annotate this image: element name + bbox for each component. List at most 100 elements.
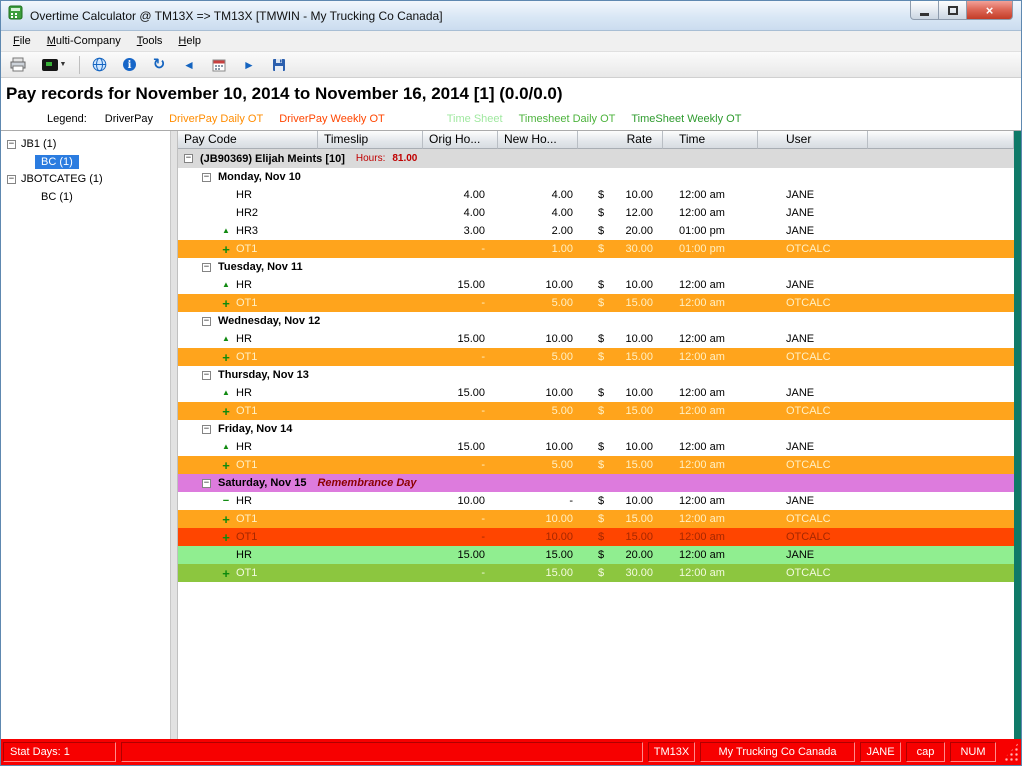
time-cell: 12:00 am <box>663 549 758 561</box>
minimize-button[interactable] <box>910 1 939 20</box>
orig-hours-cell: - <box>423 297 498 309</box>
collapse-toggle-icon[interactable]: − <box>202 317 211 326</box>
pay-record-row[interactable]: −HR10.00-$10.0012:00 amJANE <box>178 492 1014 510</box>
user-cell: OTCALC <box>758 405 868 417</box>
plus-icon: + <box>220 531 232 544</box>
user-cell: JANE <box>758 189 868 201</box>
pay-record-row[interactable]: ▲HR15.0010.00$10.0012:00 amJANE <box>178 276 1014 294</box>
orig-hours-cell: 15.00 <box>423 333 498 345</box>
pay-record-row[interactable]: HR24.004.00$12.0012:00 amJANE <box>178 204 1014 222</box>
day-group-row[interactable]: −Friday, Nov 14 <box>178 420 1014 438</box>
globe-icon <box>92 57 107 72</box>
column-header[interactable]: User <box>758 131 868 149</box>
globe-button[interactable] <box>88 55 110 75</box>
collapse-toggle-icon[interactable]: − <box>7 140 16 149</box>
pay-code-cell: HR <box>178 189 318 201</box>
pay-record-row[interactable]: +OT1-10.00$15.0012:00 amOTCALC <box>178 510 1014 528</box>
refresh-button[interactable]: ↻ <box>148 55 170 75</box>
pay-record-row[interactable]: +OT1-15.00$30.0012:00 amOTCALC <box>178 564 1014 582</box>
pay-record-row[interactable]: ▲HR15.0010.00$10.0012:00 amJANE <box>178 330 1014 348</box>
chevron-down-icon: ▼ <box>60 61 67 68</box>
pay-record-row[interactable]: +OT1-5.00$15.0012:00 amOTCALC <box>178 348 1014 366</box>
maximize-button[interactable] <box>939 1 967 20</box>
close-button[interactable]: × <box>967 1 1013 20</box>
orig-hours-cell: - <box>423 459 498 471</box>
status-num-indicator: NUM <box>950 742 996 762</box>
rate-cell: $30.00 <box>578 243 663 255</box>
rate-cell: $10.00 <box>578 441 663 453</box>
tree-node[interactable]: −JB1 (1) <box>1 135 170 153</box>
collapse-toggle-icon[interactable]: − <box>202 263 211 272</box>
column-header[interactable]: Pay Code <box>178 131 318 149</box>
rate-cell: $15.00 <box>578 531 663 543</box>
rate-value: 20.00 <box>625 225 653 237</box>
tree-node-child[interactable]: BC (1) <box>1 188 170 205</box>
user-cell: OTCALC <box>758 531 868 543</box>
rate-cell: $10.00 <box>578 495 663 507</box>
day-group-row[interactable]: −Saturday, Nov 15Remembrance Day <box>178 474 1014 492</box>
pay-record-row[interactable]: +OT1-1.00$30.0001:00 pmOTCALC <box>178 240 1014 258</box>
pay-record-row[interactable]: ▲HR15.0010.00$10.0012:00 amJANE <box>178 384 1014 402</box>
time-cell: 12:00 am <box>663 513 758 525</box>
window-title: Overtime Calculator @ TM13X => TM13X [TM… <box>30 9 443 23</box>
legend-label: Legend: <box>47 113 87 125</box>
forward-button[interactable]: ► <box>238 55 260 75</box>
back-button[interactable]: ◄ <box>178 55 200 75</box>
column-header[interactable]: Timeslip <box>318 131 423 149</box>
plus-icon: + <box>220 297 232 310</box>
rate-value: 10.00 <box>625 279 653 291</box>
pay-record-row[interactable]: +OT1-5.00$15.0012:00 amOTCALC <box>178 456 1014 474</box>
pay-record-row[interactable]: HR4.004.00$10.0012:00 amJANE <box>178 186 1014 204</box>
right-edge-strip <box>1014 131 1021 739</box>
print-button[interactable] <box>7 55 29 75</box>
pay-record-row[interactable]: +OT1-5.00$15.0012:00 amOTCALC <box>178 294 1014 312</box>
pay-code-value: OT1 <box>236 243 257 255</box>
pay-record-row[interactable]: ▲HR15.0010.00$10.0012:00 amJANE <box>178 438 1014 456</box>
pay-record-row[interactable]: ▲HR33.002.00$20.0001:00 pmJANE <box>178 222 1014 240</box>
day-group-row[interactable]: −Monday, Nov 10 <box>178 168 1014 186</box>
collapse-toggle-icon[interactable]: − <box>202 479 211 488</box>
resize-grip-icon[interactable] <box>1001 742 1019 762</box>
collapse-toggle-icon[interactable]: − <box>202 425 211 434</box>
new-hours-cell: 5.00 <box>498 405 578 417</box>
new-hours-cell: 10.00 <box>498 441 578 453</box>
time-cell: 12:00 am <box>663 459 758 471</box>
pay-record-row[interactable]: +OT1-5.00$15.0012:00 amOTCALC <box>178 402 1014 420</box>
column-header[interactable]: Orig Ho... <box>423 131 498 149</box>
employee-group-row[interactable]: − (JB90369) Elijah Meints [10] Hours: 81… <box>178 149 1014 168</box>
info-button[interactable]: i <box>118 55 140 75</box>
menu-help[interactable]: Help <box>170 33 209 49</box>
column-header[interactable]: Time <box>663 131 758 149</box>
pay-record-row[interactable]: +OT1-10.00$15.0012:00 amOTCALC <box>178 528 1014 546</box>
panel-splitter[interactable] <box>171 131 178 739</box>
screen-dropdown-button[interactable]: ▼ <box>37 55 71 75</box>
day-group-row[interactable]: −Thursday, Nov 13 <box>178 366 1014 384</box>
tree-node-child[interactable]: BC (1) <box>1 153 170 170</box>
collapse-toggle-icon[interactable]: − <box>184 154 193 163</box>
day-group-row[interactable]: −Tuesday, Nov 11 <box>178 258 1014 276</box>
collapse-toggle-icon[interactable]: − <box>7 175 16 184</box>
tree-node-label: JB1 (1) <box>21 138 56 150</box>
tree-node[interactable]: −JBOTCATEG (1) <box>1 170 170 188</box>
collapse-toggle-icon[interactable]: − <box>202 173 211 182</box>
column-header[interactable]: Rate <box>578 131 663 149</box>
rate-value: 15.00 <box>625 459 653 471</box>
rate-cell: $10.00 <box>578 387 663 399</box>
up-icon: ▲ <box>220 335 232 343</box>
save-button[interactable] <box>268 55 290 75</box>
currency-symbol: $ <box>598 243 604 255</box>
currency-symbol: $ <box>598 387 604 399</box>
new-hours-cell: 5.00 <box>498 351 578 363</box>
menu-multi-company[interactable]: Multi-Company <box>39 33 129 49</box>
new-hours-cell: 10.00 <box>498 513 578 525</box>
currency-symbol: $ <box>598 279 604 291</box>
menu-file[interactable]: File <box>5 33 39 49</box>
currency-symbol: $ <box>598 189 604 201</box>
column-header[interactable]: New Ho... <box>498 131 578 149</box>
pay-record-row[interactable]: HR15.0015.00$20.0012:00 amJANE <box>178 546 1014 564</box>
day-group-row[interactable]: −Wednesday, Nov 12 <box>178 312 1014 330</box>
calendar-button[interactable] <box>208 55 230 75</box>
user-cell: JANE <box>758 333 868 345</box>
menu-tools[interactable]: Tools <box>129 33 171 49</box>
collapse-toggle-icon[interactable]: − <box>202 371 211 380</box>
